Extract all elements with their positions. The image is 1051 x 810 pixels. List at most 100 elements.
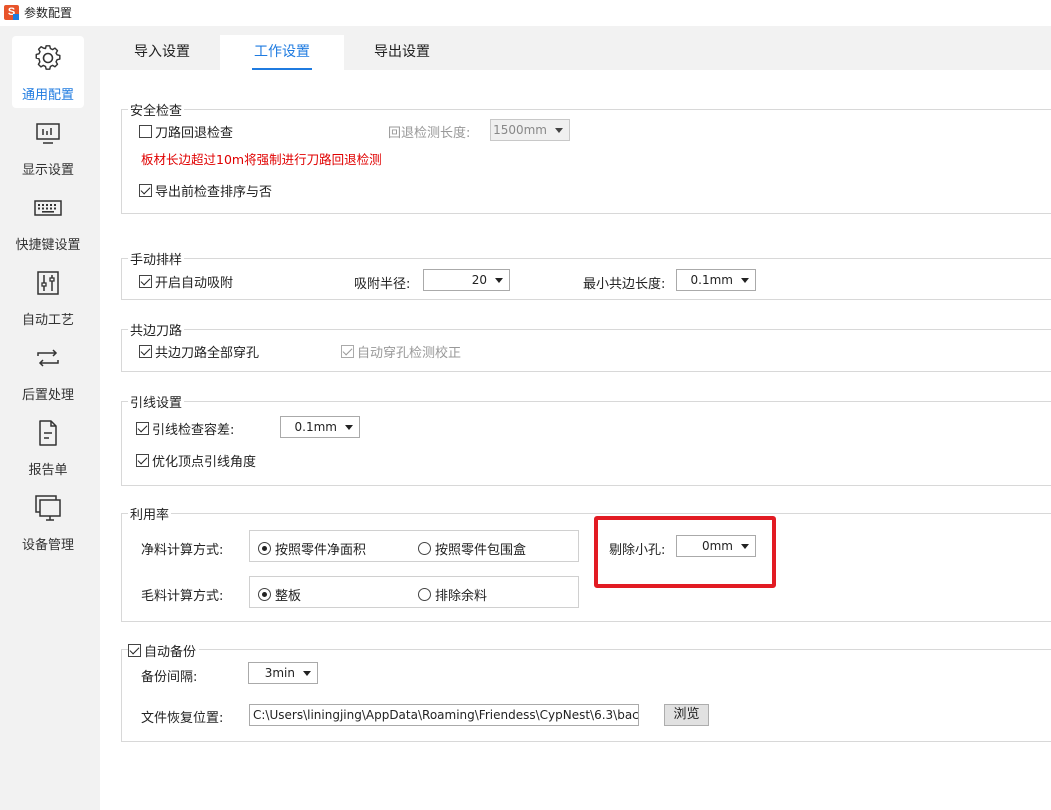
- group-title: 手动排样: [128, 249, 185, 268]
- select-value: 0.1mm: [294, 420, 337, 434]
- sidebar-item-display[interactable]: 显示设置: [12, 111, 84, 183]
- group-leadin: 引线设置: [121, 392, 1051, 486]
- backup-interval-label: 备份间隔:: [141, 670, 198, 685]
- select-value: 20: [471, 273, 487, 287]
- sidebar-item-label: 报告单: [28, 463, 68, 478]
- checkbox-label: 共边刀路全部穿孔: [155, 346, 260, 361]
- checkbox-box: [139, 125, 152, 138]
- sidebar-item-auto-process[interactable]: 自动工艺: [12, 261, 84, 333]
- sidebar-item-label: 通用配置: [21, 88, 74, 103]
- snap-radius-select[interactable]: 20: [423, 269, 510, 291]
- sidebar-item-label: 自动工艺: [21, 313, 74, 328]
- app-logo-icon: S: [4, 5, 19, 20]
- min-common-length-label: 最小共边长度:: [583, 277, 666, 292]
- export-sort-check-checkbox[interactable]: 导出前检查排序与否: [139, 181, 272, 200]
- restore-location-label: 文件恢复位置:: [141, 711, 224, 726]
- document-icon: [39, 420, 57, 446]
- desktop-icon: [35, 495, 61, 521]
- tab-bar: 导入设置 工作设置 导出设置: [100, 26, 1051, 70]
- select-value: 3min: [264, 666, 295, 680]
- leadin-tolerance-checkbox[interactable]: 引线检查容差:: [136, 419, 234, 438]
- group-title: 引线设置: [128, 392, 185, 411]
- radio-dot: [418, 542, 431, 555]
- gross-calc-label: 毛料计算方式:: [141, 589, 224, 604]
- sidebar-item-label: 设备管理: [21, 538, 74, 553]
- sidebar-item-report[interactable]: 报告单: [12, 411, 84, 483]
- net-calc-net-area-radio[interactable]: 按照零件净面积: [258, 539, 366, 558]
- net-calc-label: 净料计算方式:: [141, 543, 224, 558]
- pierce-all-checkbox[interactable]: 共边刀路全部穿孔: [139, 342, 259, 361]
- tab-work[interactable]: 工作设置: [220, 35, 344, 70]
- gross-calc-exclude-remnant-radio[interactable]: 排除余料: [418, 585, 487, 604]
- retreat-warning-text: 板材长边超过10m将强制进行刀路回退检测: [141, 152, 382, 167]
- sidebar-item-label: 显示设置: [21, 163, 74, 178]
- net-calc-bounding-box-radio[interactable]: 按照零件包围盒: [418, 539, 526, 558]
- checkbox-label: 引线检查容差:: [152, 423, 235, 438]
- active-tab-indicator: [252, 68, 312, 70]
- sidebar-item-general[interactable]: 通用配置: [12, 36, 84, 108]
- sidebar-item-device[interactable]: 设备管理: [12, 486, 84, 558]
- checkbox-label: 自动备份: [144, 645, 197, 660]
- radio-dot: [258, 588, 271, 601]
- min-common-length-select[interactable]: 0.1mm: [676, 269, 756, 291]
- checkbox-box: [136, 454, 149, 467]
- checkbox-label: 自动穿孔检测校正: [357, 346, 462, 361]
- checkbox-box: [139, 275, 152, 288]
- auto-pierce-check-checkbox[interactable]: 自动穿孔检测校正: [341, 342, 461, 361]
- select-value: 0.1mm: [690, 273, 733, 287]
- chevron-down-icon: [495, 278, 503, 283]
- chevron-down-icon: [741, 278, 749, 283]
- radio-dot: [258, 542, 271, 555]
- tab-export[interactable]: 导出设置: [340, 35, 464, 70]
- radio-label: 按照零件包围盒: [435, 543, 527, 558]
- auto-snap-checkbox[interactable]: 开启自动吸附: [139, 272, 233, 291]
- checkbox-box: [139, 345, 152, 358]
- keyboard-icon: [34, 200, 62, 216]
- checkbox-box: [136, 422, 149, 435]
- sidebar-item-label: 快捷键设置: [15, 238, 81, 253]
- monitor-chart-icon: [36, 123, 60, 144]
- tab-label: 工作设置: [254, 44, 310, 60]
- checkbox-label: 优化顶点引线角度: [152, 455, 257, 470]
- sidebar: 通用配置 显示设置 快捷键设置 自动工艺 后置处理 报告单 设备管理: [0, 26, 100, 810]
- chevron-down-icon: [303, 671, 311, 676]
- title-bar: S 参数配置: [0, 0, 1051, 26]
- window-title: 参数配置: [24, 6, 73, 20]
- chevron-down-icon: [555, 128, 563, 133]
- checkbox-label: 刀路回退检查: [155, 126, 234, 141]
- highlight-annotation-box: [594, 516, 776, 588]
- radio-label: 按照零件净面积: [275, 543, 367, 558]
- auto-backup-checkbox[interactable]: 自动备份: [128, 641, 200, 660]
- sidebar-item-label: 后置处理: [21, 388, 74, 403]
- group-title: 共边刀路: [128, 320, 185, 339]
- browse-button[interactable]: 浏览: [664, 704, 709, 726]
- group-common-edge: 共边刀路: [121, 320, 1051, 372]
- checkbox-label: 导出前检查排序与否: [155, 185, 273, 200]
- snap-radius-label: 吸附半径:: [354, 277, 411, 292]
- repeat-arrows-icon: [37, 349, 59, 367]
- chevron-down-icon: [345, 425, 353, 430]
- retreat-length-label: 回退检测长度:: [388, 126, 471, 141]
- sidebar-item-shortcuts[interactable]: 快捷键设置: [12, 186, 84, 258]
- retreat-check-checkbox[interactable]: 刀路回退检查: [139, 122, 233, 141]
- group-title: 利用率: [128, 504, 172, 523]
- optimize-vertex-checkbox[interactable]: 优化顶点引线角度: [136, 451, 256, 470]
- checkbox-box: [139, 184, 152, 197]
- radio-label: 整板: [275, 589, 302, 604]
- leadin-tolerance-select[interactable]: 0.1mm: [280, 416, 360, 438]
- checkbox-box: [341, 345, 354, 358]
- sliders-icon: [37, 271, 59, 295]
- select-value: 1500mm: [493, 123, 547, 137]
- restore-path-input[interactable]: C:\Users\liningjing\AppData\Roaming\Frie…: [249, 704, 639, 726]
- checkbox-label: 开启自动吸附: [155, 276, 234, 291]
- checkbox-box: [128, 644, 141, 657]
- gross-calc-whole-sheet-radio[interactable]: 整板: [258, 585, 301, 604]
- radio-label: 排除余料: [435, 589, 488, 604]
- sidebar-item-post-process[interactable]: 后置处理: [12, 336, 84, 408]
- radio-dot: [418, 588, 431, 601]
- backup-interval-select[interactable]: 3min: [248, 662, 318, 684]
- tab-import[interactable]: 导入设置: [100, 35, 224, 70]
- group-title: 安全检查: [128, 100, 185, 119]
- retreat-length-select[interactable]: 1500mm: [490, 119, 570, 141]
- gear-icon: [35, 45, 61, 70]
